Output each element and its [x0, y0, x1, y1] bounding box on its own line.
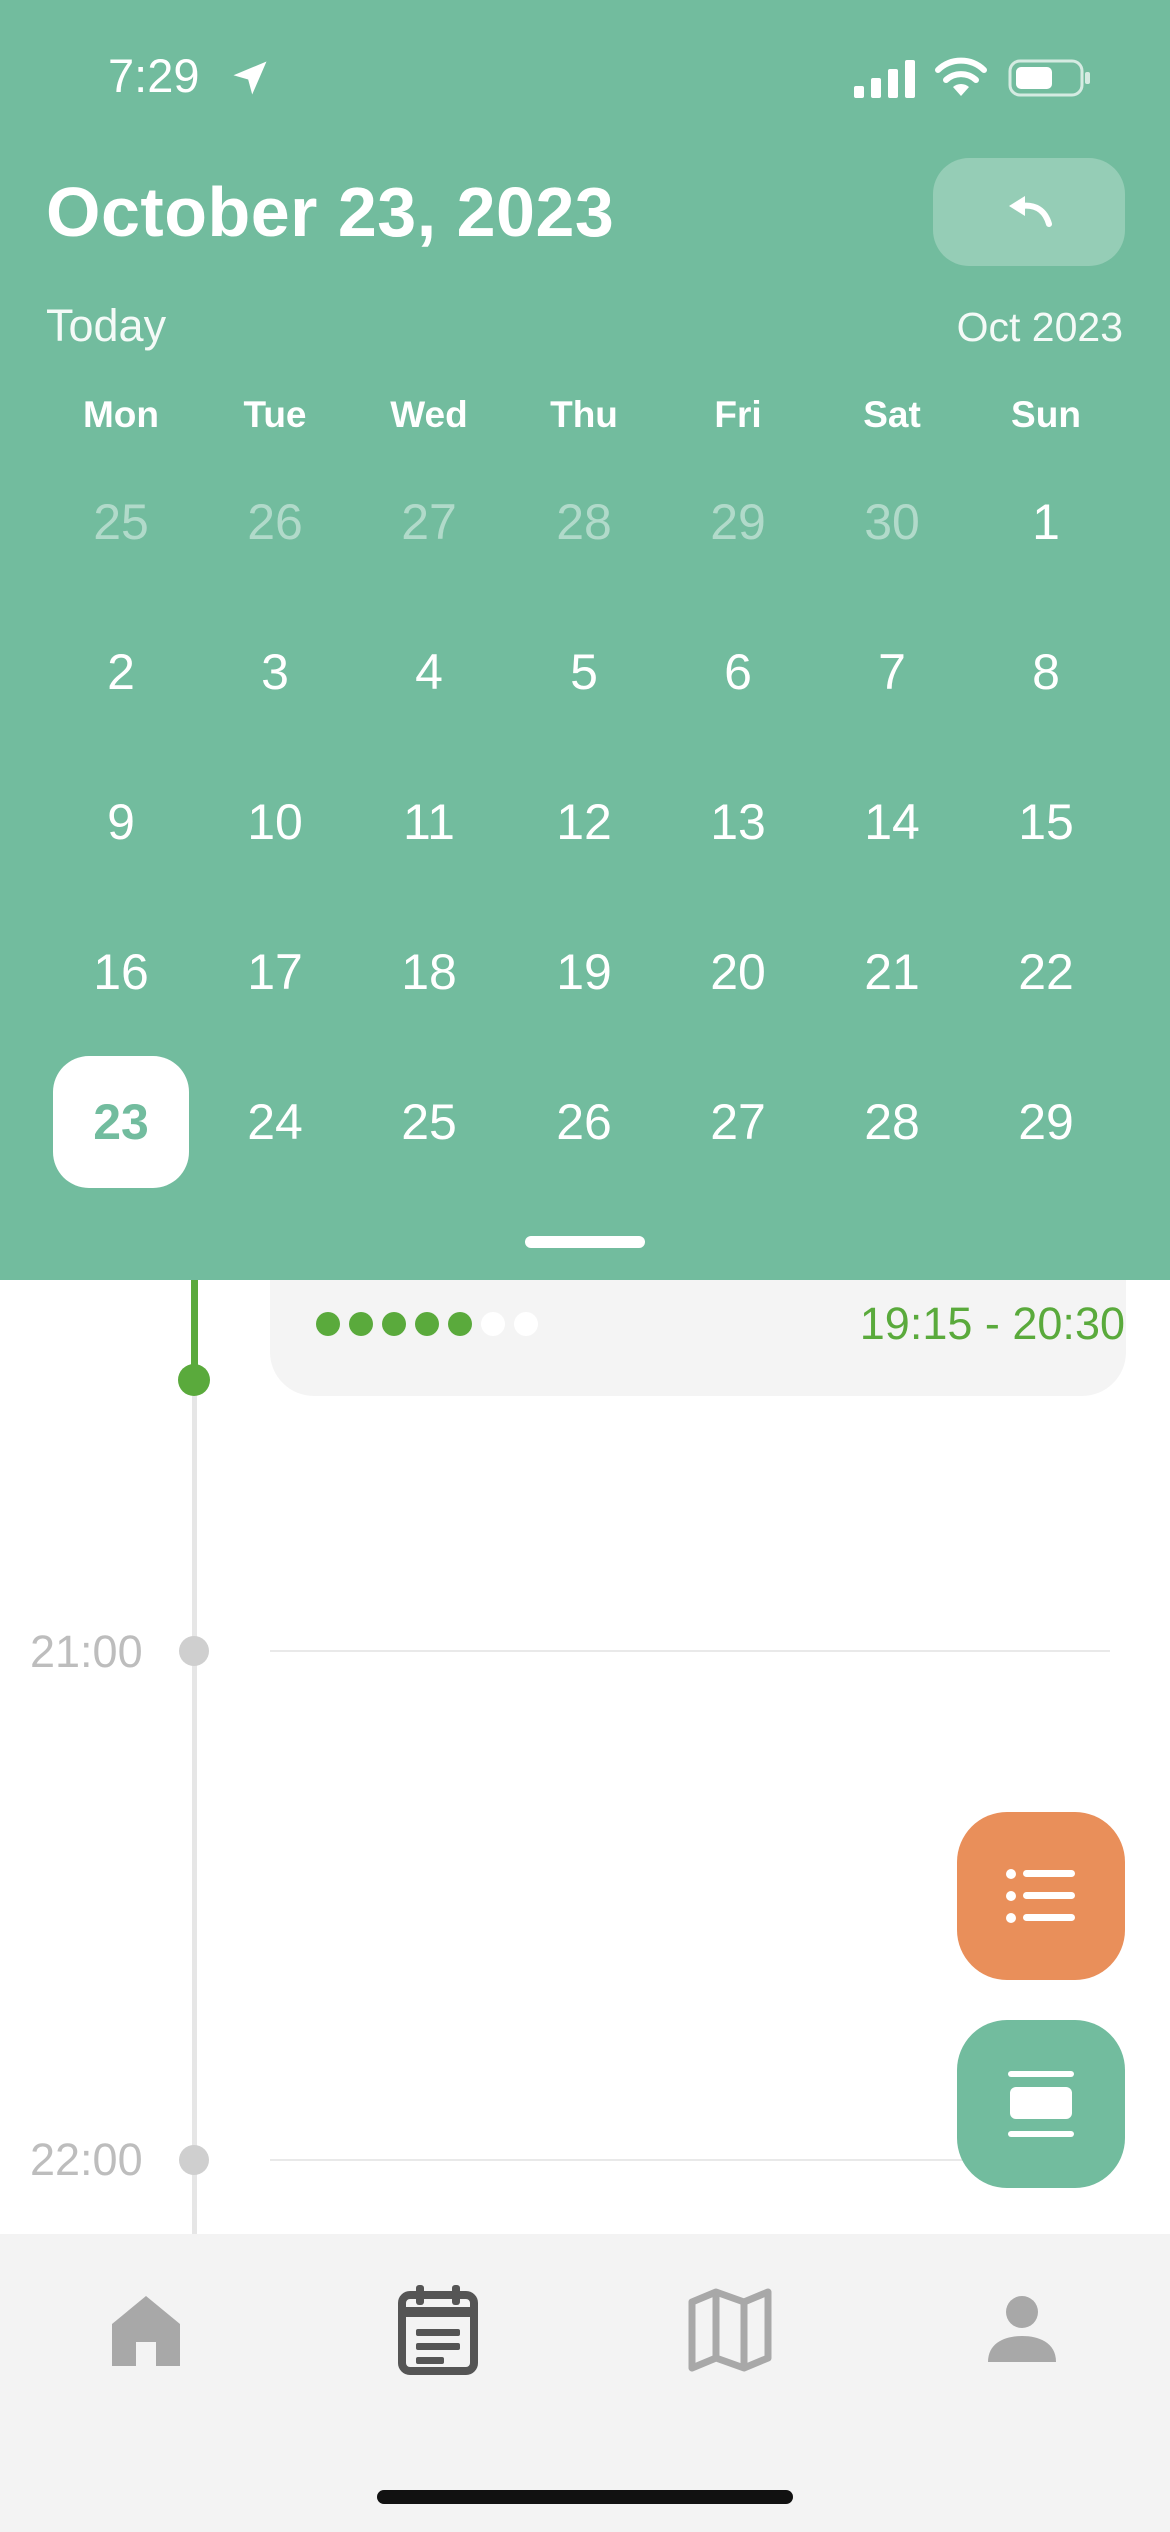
page-title: October 23, 2023 [46, 173, 615, 251]
calendar-day[interactable]: 13 [670, 756, 806, 888]
calendar-day[interactable]: 18 [361, 906, 497, 1038]
hour-label: 22:00 [30, 2134, 143, 2185]
rating-dot-empty [514, 1312, 538, 1336]
calendar-day[interactable]: 27 [361, 456, 497, 588]
today-link[interactable]: Today [46, 300, 166, 352]
calendar-day[interactable]: 14 [824, 756, 960, 888]
list-view-button[interactable] [957, 1812, 1125, 1980]
calendar-day[interactable]: 19 [516, 906, 652, 1038]
weekday-label: Thu [550, 394, 618, 435]
battery-icon [1008, 59, 1090, 97]
return-to-today-button[interactable] [933, 158, 1125, 266]
calendar-day[interactable]: 2 [53, 606, 189, 738]
calendar-day[interactable]: 26 [516, 1056, 652, 1188]
calendar-day[interactable]: 11 [361, 756, 497, 888]
weekday-label: Wed [390, 394, 468, 435]
tab-map[interactable] [682, 2282, 778, 2378]
calendar-day[interactable]: 7 [824, 606, 960, 738]
calendar-day[interactable]: 24 [207, 1056, 343, 1188]
calendar-day[interactable]: 5 [516, 606, 652, 738]
calendar-day[interactable]: 15 [978, 756, 1114, 888]
calendar-day-selected[interactable]: 23 [53, 1056, 189, 1188]
calendar-day[interactable]: 25 [361, 1056, 497, 1188]
month-label: Oct 2023 [956, 304, 1123, 350]
schedule-icon [398, 2285, 478, 2375]
calendar-day[interactable]: 9 [53, 756, 189, 888]
calendar-day[interactable]: 8 [978, 606, 1114, 738]
calendar-day[interactable]: 10 [207, 756, 343, 888]
calendar-day[interactable]: 22 [978, 906, 1114, 1038]
weekday-label: Sun [1011, 394, 1081, 435]
event-rating-dots [316, 1312, 538, 1336]
calendar-day[interactable]: 17 [207, 906, 343, 1038]
hour-marker [179, 1636, 209, 1666]
weekday-label: Fri [714, 394, 762, 435]
calendar-day[interactable]: 1 [978, 456, 1114, 588]
status-time: 7:29 [108, 49, 200, 102]
calendar-day[interactable]: 29 [978, 1056, 1114, 1188]
rating-dot-filled [448, 1312, 472, 1336]
timeline-line [192, 1280, 197, 2236]
card-view-button[interactable] [957, 2020, 1125, 2188]
calendar-day[interactable]: 20 [670, 906, 806, 1038]
profile-icon [988, 2296, 1056, 2362]
calendar-day[interactable]: 26 [207, 456, 343, 588]
rating-dot-filled [415, 1312, 439, 1336]
calendar-day[interactable]: 21 [824, 906, 960, 1038]
hour-divider [270, 1650, 1110, 1652]
location-arrow-icon [233, 61, 267, 95]
rating-dot-filled [382, 1312, 406, 1336]
weekday-label: Mon [82, 394, 160, 435]
undo-icon [1009, 196, 1052, 227]
calendar-day[interactable]: 4 [361, 606, 497, 738]
calendar-day[interactable]: 3 [207, 606, 343, 738]
rating-dot-filled [349, 1312, 373, 1336]
rating-dot-filled [316, 1312, 340, 1336]
calendar-day[interactable]: 16 [53, 906, 189, 1038]
hour-label: 21:00 [30, 1626, 143, 1677]
tab-home[interactable] [98, 2282, 194, 2378]
weekday-label: Tue [243, 394, 307, 435]
rating-dot-empty [481, 1312, 505, 1336]
tab-profile[interactable] [974, 2282, 1070, 2378]
weekday-label: Sat [863, 394, 921, 435]
home-icon [112, 2296, 180, 2366]
card-view-icon [1008, 2071, 1074, 2137]
hour-marker [179, 2145, 209, 2175]
timeline-event-marker [178, 1364, 210, 1396]
calendar-day[interactable]: 28 [516, 456, 652, 588]
calendar-day[interactable]: 27 [670, 1056, 806, 1188]
calendar-day[interactable]: 29 [670, 456, 806, 588]
wifi-icon [935, 57, 987, 96]
calendar-day[interactable]: 25 [53, 456, 189, 588]
list-icon [1006, 1869, 1075, 1923]
event-time-range: 19:15 - 20:30 [859, 1298, 1125, 1349]
calendar-day[interactable]: 12 [516, 756, 652, 888]
calendar-day[interactable]: 6 [670, 606, 806, 738]
calendar-header: 7:29 October 23, 2023 Today Oct 2023 Mon… [0, 0, 1170, 1280]
bottom-tab-bar [0, 2234, 1170, 2532]
map-icon [688, 2288, 772, 2372]
calendar-day[interactable]: 30 [824, 456, 960, 588]
home-indicator [377, 2490, 793, 2504]
cellular-signal-icon [854, 60, 915, 98]
tab-schedule[interactable] [390, 2282, 486, 2378]
calendar-day[interactable]: 28 [824, 1056, 960, 1188]
calendar-drag-handle[interactable] [525, 1236, 645, 1248]
